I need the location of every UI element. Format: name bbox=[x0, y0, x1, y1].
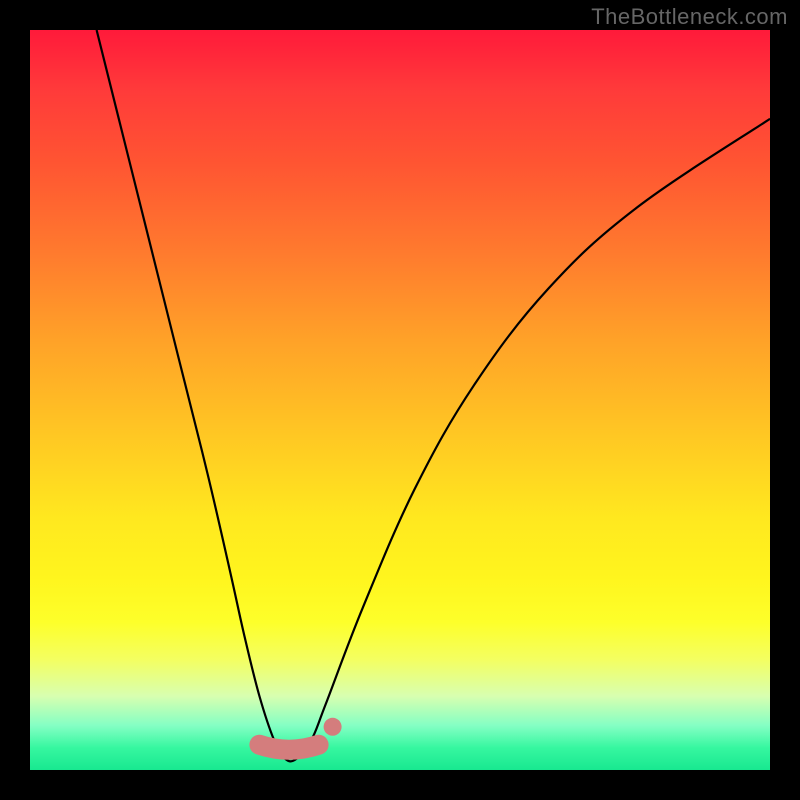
valley-flat-segment bbox=[259, 745, 318, 750]
chart-frame: TheBottleneck.com bbox=[0, 0, 800, 800]
valley-end-dot bbox=[324, 718, 342, 736]
bottleneck-curve bbox=[97, 30, 770, 761]
plot-area bbox=[30, 30, 770, 770]
curve-layer bbox=[30, 30, 770, 770]
watermark-text: TheBottleneck.com bbox=[591, 4, 788, 30]
